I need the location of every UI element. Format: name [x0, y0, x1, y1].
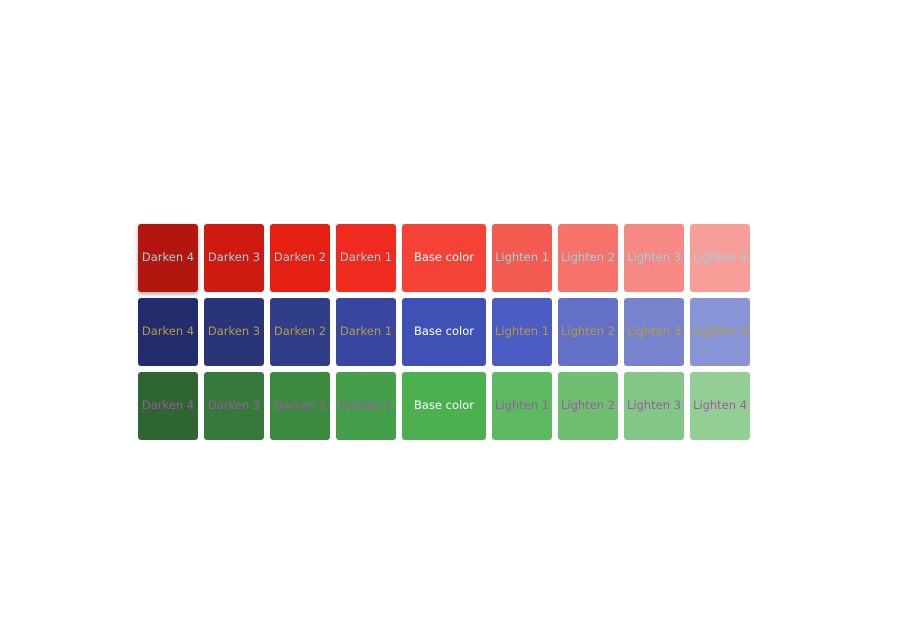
swatch-green-lighten-2[interactable]: Lighten 2: [558, 372, 618, 440]
swatch-red-lighten-1[interactable]: Lighten 1: [492, 224, 552, 292]
swatch-red-darken-1[interactable]: Darken 1: [336, 224, 396, 292]
swatch-red-darken-2[interactable]: Darken 2: [270, 224, 330, 292]
swatch-indigo-lighten-2[interactable]: Lighten 2: [558, 298, 618, 366]
swatch-indigo-lighten-3[interactable]: Lighten 3: [624, 298, 684, 366]
swatch-red-lighten-2[interactable]: Lighten 2: [558, 224, 618, 292]
swatch-indigo-base-color[interactable]: Base color: [402, 298, 486, 366]
swatch-green-lighten-3[interactable]: Lighten 3: [624, 372, 684, 440]
swatch-green-darken-4[interactable]: Darken 4: [138, 372, 198, 440]
swatch-green-base-color[interactable]: Base color: [402, 372, 486, 440]
swatch-green-lighten-1[interactable]: Lighten 1: [492, 372, 552, 440]
swatch-red-darken-3[interactable]: Darken 3: [204, 224, 264, 292]
swatch-red-lighten-4[interactable]: Lighten 4: [690, 224, 750, 292]
swatch-green-lighten-4[interactable]: Lighten 4: [690, 372, 750, 440]
swatch-red-lighten-3[interactable]: Lighten 3: [624, 224, 684, 292]
swatch-green-darken-2[interactable]: Darken 2: [270, 372, 330, 440]
swatch-red-base-color[interactable]: Base color: [402, 224, 486, 292]
palette-row-indigo: Darken 4 Darken 3 Darken 2 Darken 1 Base…: [138, 298, 756, 366]
swatch-green-darken-3[interactable]: Darken 3: [204, 372, 264, 440]
swatch-green-darken-1[interactable]: Darken 1: [336, 372, 396, 440]
swatch-indigo-lighten-1[interactable]: Lighten 1: [492, 298, 552, 366]
swatch-indigo-darken-4[interactable]: Darken 4: [138, 298, 198, 366]
palette-row-red: Darken 4 Darken 3 Darken 2 Darken 1 Base…: [138, 224, 756, 292]
swatch-indigo-darken-3[interactable]: Darken 3: [204, 298, 264, 366]
color-palette: Darken 4 Darken 3 Darken 2 Darken 1 Base…: [138, 224, 756, 446]
swatch-red-darken-4[interactable]: Darken 4: [138, 224, 198, 292]
swatch-indigo-darken-2[interactable]: Darken 2: [270, 298, 330, 366]
palette-row-green: Darken 4 Darken 3 Darken 2 Darken 1 Base…: [138, 372, 756, 440]
swatch-indigo-darken-1[interactable]: Darken 1: [336, 298, 396, 366]
swatch-indigo-lighten-4[interactable]: Lighten 4: [690, 298, 750, 366]
